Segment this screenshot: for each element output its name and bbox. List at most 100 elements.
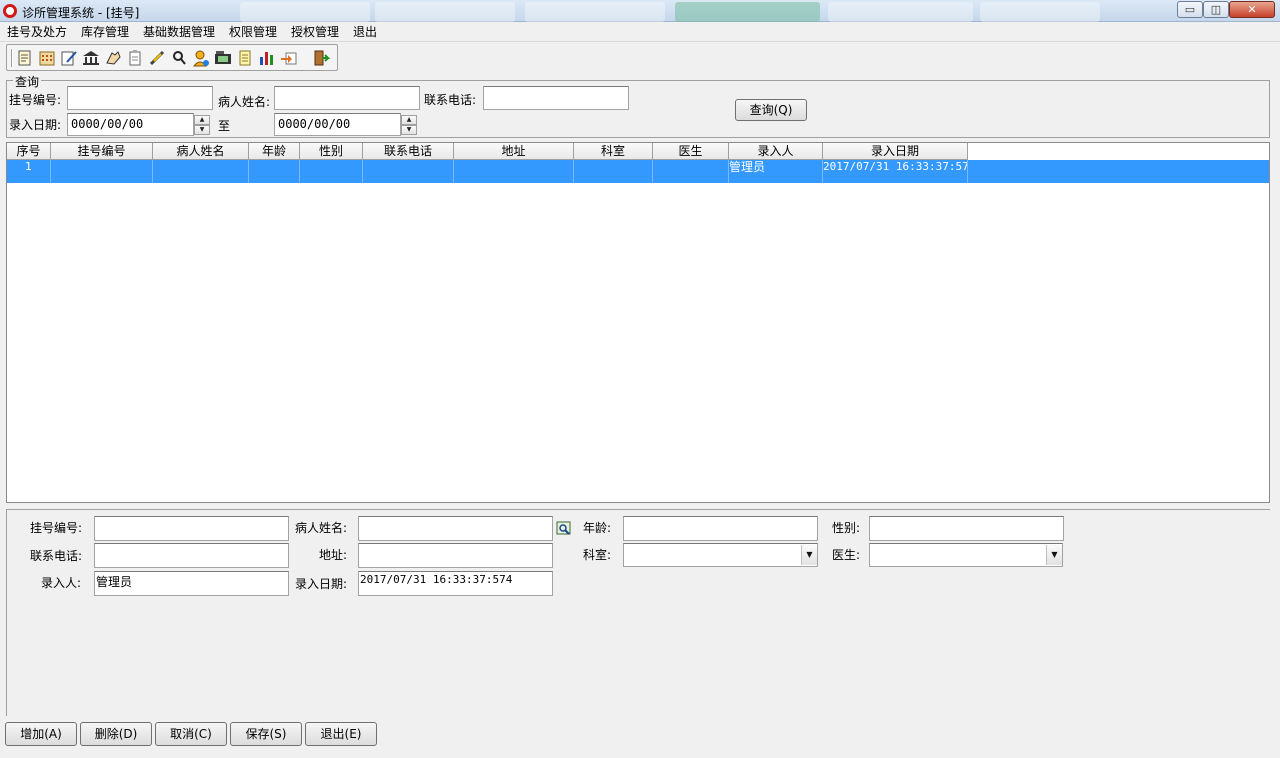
query-phone-label: 联系电话: <box>424 93 477 107</box>
query-date-label: 录入日期: <box>9 118 62 132</box>
chart-icon[interactable] <box>258 49 276 67</box>
exit-door-icon[interactable] <box>312 49 330 67</box>
background-taskbar-tab <box>525 2 665 22</box>
detail-age-input[interactable] <box>623 516 818 541</box>
chevron-down-icon[interactable]: ▼ <box>801 545 817 565</box>
cell-patient-name <box>153 160 249 183</box>
user-icon[interactable] <box>192 49 210 67</box>
chevron-down-icon[interactable]: ▼ <box>1046 545 1062 565</box>
edit-icon[interactable] <box>60 49 78 67</box>
syringe-icon[interactable] <box>148 49 166 67</box>
cancel-button[interactable]: 取消(C) <box>155 722 227 746</box>
date-to-spinner[interactable]: ▲ ▼ <box>401 115 417 136</box>
table-row[interactable]: 1 管理员 2017/07/31 16:33:37:574 <box>7 160 1269 183</box>
date-from-spinner[interactable]: ▲ ▼ <box>194 115 210 136</box>
background-taskbar-tab <box>375 2 515 22</box>
col-header-dept[interactable]: 科室 <box>574 143 653 160</box>
col-header-phone[interactable]: 联系电话 <box>363 143 454 160</box>
restore-button[interactable]: ◫ <box>1203 1 1229 18</box>
cell-reg-no <box>51 160 153 183</box>
detail-patient-name-input[interactable] <box>358 516 553 541</box>
hand-icon[interactable] <box>104 49 122 67</box>
register-icon[interactable] <box>16 49 34 67</box>
background-taskbar-tab <box>828 2 973 22</box>
grid-header: 序号 挂号编号 病人姓名 年龄 性别 联系电话 地址 科室 医生 录入人 录入日… <box>7 143 968 160</box>
query-date-from-input[interactable]: 0000/00/00 <box>67 113 194 136</box>
save-button[interactable]: 保存(S) <box>230 722 302 746</box>
menu-authorization[interactable]: 授权管理 <box>289 24 341 40</box>
query-patient-name-label: 病人姓名: <box>218 95 271 109</box>
search-person-icon[interactable] <box>170 49 188 67</box>
delete-button[interactable]: 删除(D) <box>80 722 152 746</box>
query-patient-name-input[interactable] <box>274 86 420 110</box>
col-header-patient-name[interactable]: 病人姓名 <box>153 143 249 160</box>
detail-entered-by-label: 录入人: <box>41 576 82 590</box>
detail-reg-no-label: 挂号编号: <box>30 521 83 535</box>
spin-down-icon[interactable]: ▼ <box>194 125 210 135</box>
transfer-icon[interactable] <box>280 49 298 67</box>
title-bar: 诊所管理系统 - [挂号] ▭ ◫ ✕ <box>0 0 1280 22</box>
spin-down-icon[interactable]: ▼ <box>401 125 417 135</box>
query-date-to-input[interactable]: 0000/00/00 <box>274 113 401 136</box>
menu-base-data[interactable]: 基础数据管理 <box>141 24 217 40</box>
detail-gender-label: 性别: <box>832 521 861 535</box>
cell-age <box>249 160 300 183</box>
calendar-icon[interactable] <box>38 49 56 67</box>
registration-grid[interactable]: 序号 挂号编号 病人姓名 年龄 性别 联系电话 地址 科室 医生 录入人 录入日… <box>6 142 1270 503</box>
query-button[interactable]: 查询(Q) <box>735 99 807 121</box>
spin-up-icon[interactable]: ▲ <box>194 115 210 125</box>
clipboard-icon[interactable] <box>126 49 144 67</box>
col-header-reg-no[interactable]: 挂号编号 <box>51 143 153 160</box>
detail-age-label: 年龄: <box>583 521 612 535</box>
toolbar-separator <box>11 49 13 67</box>
patient-search-icon[interactable] <box>556 521 572 537</box>
menu-inventory[interactable]: 库存管理 <box>79 24 131 40</box>
cell-entry-date: 2017/07/31 16:33:37:574 <box>823 160 968 183</box>
spin-up-icon[interactable]: ▲ <box>401 115 417 125</box>
detail-patient-name-label: 病人姓名: <box>295 521 348 535</box>
detail-address-input[interactable] <box>358 543 553 568</box>
query-reg-no-input[interactable] <box>67 86 213 110</box>
query-phone-input[interactable] <box>483 86 629 110</box>
cell-address <box>454 160 574 183</box>
detail-reg-no-input[interactable] <box>94 516 289 541</box>
background-taskbar-tab <box>240 2 370 22</box>
background-taskbar-tab <box>980 2 1100 22</box>
cell-doctor <box>653 160 729 183</box>
detail-doctor-label: 医生: <box>832 548 861 562</box>
cell-gender <box>300 160 363 183</box>
col-header-entry-date[interactable]: 录入日期 <box>823 143 968 160</box>
detail-phone-input[interactable] <box>94 543 289 568</box>
detail-dept-label: 科室: <box>583 548 612 562</box>
cell-entered-by: 管理员 <box>729 160 823 183</box>
menu-bar: 挂号及处方 库存管理 基础数据管理 权限管理 授权管理 退出 <box>0 22 1280 42</box>
col-header-address[interactable]: 地址 <box>454 143 574 160</box>
notes-icon[interactable] <box>236 49 254 67</box>
query-group-title: 查询 <box>13 73 42 90</box>
menu-permissions[interactable]: 权限管理 <box>227 24 279 40</box>
add-button[interactable]: 增加(A) <box>5 722 77 746</box>
minimize-button[interactable]: ▭ <box>1177 1 1203 18</box>
col-header-gender[interactable]: 性别 <box>300 143 363 160</box>
col-header-age[interactable]: 年龄 <box>249 143 300 160</box>
detail-entered-by-input[interactable]: 管理员 <box>94 571 289 596</box>
col-header-doctor[interactable]: 医生 <box>653 143 729 160</box>
query-to-label: 至 <box>218 119 231 133</box>
detail-address-label: 地址: <box>319 548 348 562</box>
film-icon[interactable] <box>214 49 232 67</box>
col-header-entered-by[interactable]: 录入人 <box>729 143 823 160</box>
detail-entry-date-input[interactable]: 2017/07/31 16:33:37:574 <box>358 571 553 596</box>
app-logo-icon <box>3 4 17 18</box>
col-header-seq[interactable]: 序号 <box>7 143 51 160</box>
detail-dept-select[interactable] <box>623 543 818 567</box>
bank-icon[interactable] <box>82 49 100 67</box>
menu-exit[interactable]: 退出 <box>351 24 379 40</box>
window-title: 诊所管理系统 - [挂号] <box>22 6 140 20</box>
cell-seq: 1 <box>7 160 51 183</box>
close-button[interactable]: ✕ <box>1229 1 1275 18</box>
detail-gender-input[interactable] <box>869 516 1064 541</box>
menu-registration[interactable]: 挂号及处方 <box>5 24 69 40</box>
detail-doctor-select[interactable] <box>869 543 1063 567</box>
cell-phone <box>363 160 454 183</box>
exit-button[interactable]: 退出(E) <box>305 722 377 746</box>
